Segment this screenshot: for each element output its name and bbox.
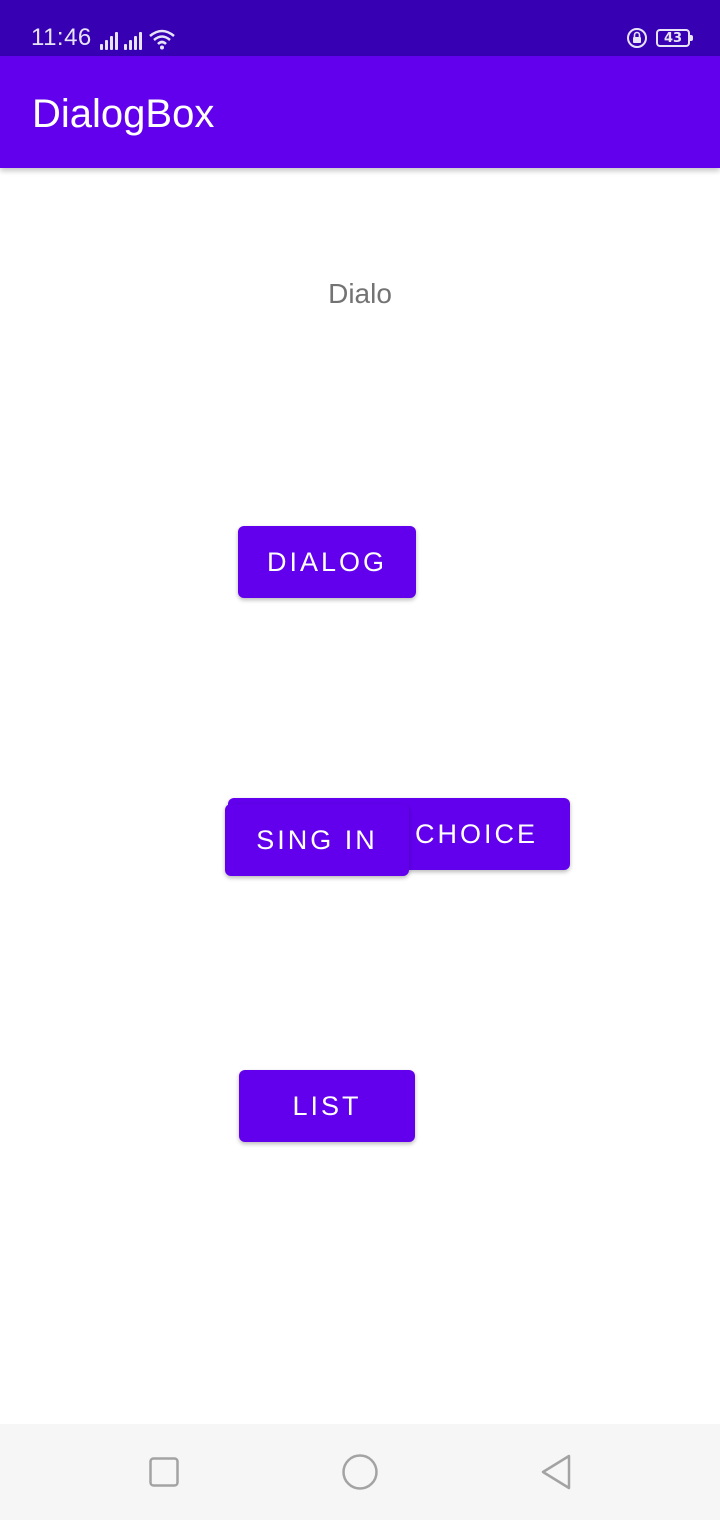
- recents-square-icon[interactable]: [149, 1457, 179, 1487]
- sign-in-button[interactable]: SING IN: [225, 804, 409, 876]
- app-bar: DialogBox: [0, 56, 720, 168]
- status-bar: 11:46 43: [0, 0, 720, 56]
- battery-level: 43: [663, 30, 683, 46]
- dialog-label: Dialo: [328, 278, 392, 309]
- battery-icon: 43: [656, 29, 693, 47]
- status-icons-right: 43: [626, 26, 693, 50]
- dialog-button[interactable]: DIALOG: [238, 526, 416, 598]
- signal-icon: [124, 30, 142, 50]
- rotation-lock-icon: [627, 28, 647, 48]
- wifi-icon: [149, 29, 175, 50]
- signal-icon: [100, 30, 118, 50]
- app-title: DialogBox: [32, 92, 215, 136]
- back-triangle-icon[interactable]: [539, 1453, 573, 1491]
- navigation-bar: [0, 1424, 720, 1520]
- status-time: 11:46: [31, 24, 92, 51]
- status-icons-left: [100, 26, 176, 50]
- list-button[interactable]: LIST: [239, 1070, 415, 1142]
- home-circle-icon[interactable]: [341, 1453, 379, 1491]
